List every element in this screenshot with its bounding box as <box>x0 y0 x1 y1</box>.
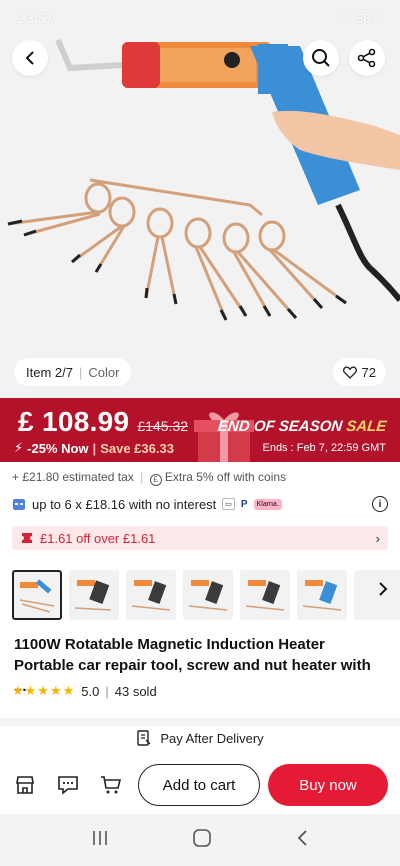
installment-row[interactable]: up to 6 x £18.16 with no interest ▭ P Kl… <box>12 490 388 518</box>
thumbnail-strip[interactable] <box>12 570 400 622</box>
card-icon: ▭ <box>222 498 235 510</box>
store-button[interactable] <box>12 772 38 798</box>
thumbnail-image <box>131 580 171 611</box>
thumbnail-image <box>245 580 285 611</box>
paypal-icon: P <box>240 498 248 510</box>
back-icon <box>25 51 34 65</box>
thumbnail[interactable] <box>12 570 62 620</box>
thumbnail-image <box>74 580 112 611</box>
status-time: 23:57 <box>18 10 54 26</box>
chat-icon <box>58 776 78 795</box>
system-navigation-bar <box>0 814 400 866</box>
lightning-icon: ⚡ <box>14 440 24 455</box>
price-banner: £ 108.99 £145.32 ⚡ -25% Now | Save £36.3… <box>0 398 400 462</box>
separator: | <box>78 364 83 380</box>
sold-count: 43 sold <box>114 683 157 699</box>
buy-now-button[interactable]: Buy now <box>268 764 388 806</box>
search-button[interactable] <box>303 40 339 76</box>
price-block: £ 108.99 £145.32 <box>18 406 188 438</box>
calendar-icon <box>13 499 25 510</box>
product-image <box>0 0 400 398</box>
coins-icon: £ <box>149 474 162 486</box>
coupon-text: £1.61 off over £1.61 <box>40 530 156 546</box>
gallery-item-indicator[interactable]: Item 2/7 | Color <box>14 358 132 386</box>
status-icons: ◠ 58% <box>339 10 382 26</box>
share-icon <box>357 48 376 68</box>
thumbnail[interactable] <box>297 570 347 620</box>
store-icon <box>16 776 34 794</box>
promo-label: END OF SEASON SALE <box>217 418 387 435</box>
status-bar: 23:57 ◠ 58% <box>0 0 400 36</box>
estimated-tax: + £21.80 estimated tax <box>12 470 134 484</box>
nav-back-button[interactable] <box>295 829 309 852</box>
promo-ends: Ends : Feb 7, 22:59 GMT <box>262 442 386 454</box>
like-count: 72 <box>361 364 376 380</box>
thumbnail[interactable] <box>126 570 176 620</box>
thumbnail[interactable] <box>69 570 119 620</box>
thumbnail-image <box>302 580 342 611</box>
home-button[interactable] <box>192 828 212 853</box>
delivery-icon <box>137 730 151 746</box>
installment-text: up to 6 x £18.16 with no interest <box>32 496 217 512</box>
rating-score: 5.0 <box>81 683 100 699</box>
separator: | <box>92 440 97 456</box>
current-price: £ 108.99 <box>18 406 130 437</box>
info-icon[interactable]: i <box>372 496 388 512</box>
promo-sale: SALE <box>345 418 387 435</box>
discount-percent: -25% Now <box>27 440 89 456</box>
rating-row[interactable]: ★★★★★ 5.0 | 43 sold <box>12 683 157 699</box>
original-price: £145.32 <box>137 418 189 434</box>
color-label: Color <box>88 364 120 380</box>
heart-icon <box>342 366 357 379</box>
chat-button[interactable] <box>55 772 81 798</box>
pay-after-delivery-text: Pay After Delivery <box>160 730 264 746</box>
like-button[interactable]: 72 <box>332 358 386 386</box>
coins-offer: Extra 5% off with coins <box>164 470 287 484</box>
search-icon <box>312 49 330 67</box>
thumbnail-image <box>188 580 228 611</box>
thumbnail[interactable] <box>183 570 233 620</box>
thumbnail[interactable] <box>240 570 290 620</box>
nav-back-icon <box>297 829 307 846</box>
back-button[interactable] <box>12 40 48 76</box>
save-amount: Save £36.33 <box>100 440 174 456</box>
separator: | <box>105 683 109 699</box>
coupon-icon <box>22 533 32 543</box>
thumbnail[interactable] <box>354 570 400 620</box>
add-to-cart-button[interactable]: Add to cart <box>138 764 260 806</box>
chevron-right-icon <box>379 582 388 596</box>
section-divider <box>0 718 400 726</box>
star-rating-icon: ★★★★★ <box>12 683 76 698</box>
home-icon <box>193 828 211 847</box>
tax-and-coins-row: + £21.80 estimated tax | £ Extra 5% off … <box>12 470 286 486</box>
promo-title: END OF SEASON <box>216 418 343 435</box>
wifi-icon: ◠ <box>338 10 350 25</box>
klarna-icon: Klarna. <box>253 498 282 510</box>
chevron-right-icon: › <box>375 530 380 546</box>
battery-level: 58% <box>355 10 382 26</box>
separator: | <box>140 470 144 484</box>
bottom-action-bar: Add to cart Buy now <box>0 756 400 814</box>
thumbnail-image <box>19 579 55 613</box>
cart-icon <box>101 776 122 794</box>
discount-line: ⚡ -25% Now | Save £36.33 <box>14 440 174 456</box>
pay-after-delivery-row: Pay After Delivery <box>0 728 400 748</box>
share-button[interactable] <box>349 40 385 76</box>
thumbnail-next-button[interactable] <box>378 582 388 601</box>
recents-button[interactable] <box>91 829 109 852</box>
item-counter: Item 2/7 <box>26 364 73 380</box>
product-image-gallery[interactable]: 23:57 ◠ 58% Item 2/7 | Color 72 <box>0 0 400 398</box>
coupon-row[interactable]: £1.61 off over £1.61 › <box>12 526 388 550</box>
cart-button[interactable] <box>98 772 124 798</box>
recents-icon <box>93 830 108 845</box>
